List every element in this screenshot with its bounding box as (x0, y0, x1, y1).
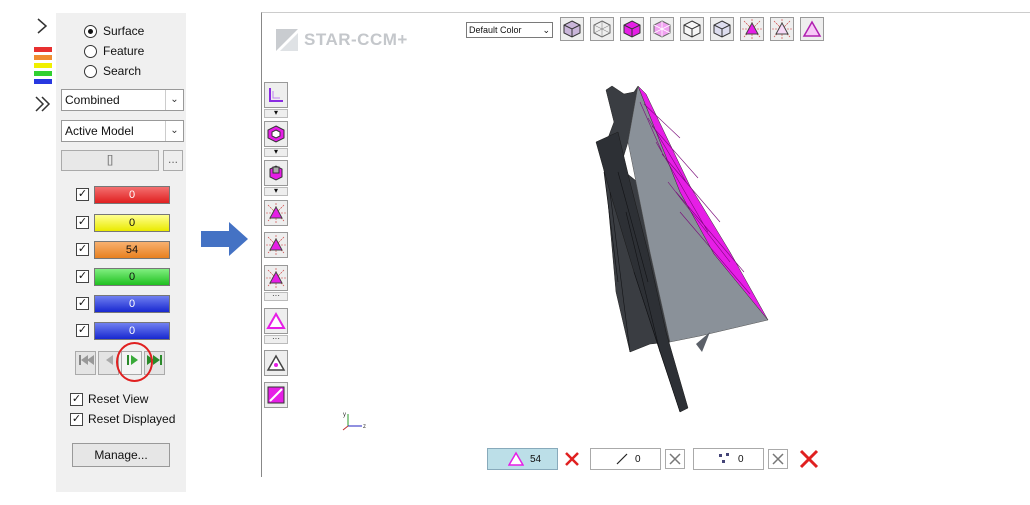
cube-mesh-icon[interactable] (590, 17, 614, 41)
chevron-down-icon: ⌄ (165, 90, 183, 110)
triangle-outline-icon[interactable] (800, 17, 824, 41)
checkbox-blue-2[interactable]: ✓ (76, 324, 89, 337)
counter-green: 0 (94, 268, 170, 286)
chevron-down-icon: ⌄ (542, 25, 550, 35)
mesh-model[interactable] (590, 82, 780, 414)
vertex-count: 0 (738, 453, 744, 465)
triangle-edge-tool-icon[interactable] (264, 350, 288, 376)
edge-count-box[interactable]: 0 (590, 448, 661, 470)
radio-search[interactable]: Search (84, 64, 141, 78)
cube-wire-icon[interactable] (680, 17, 704, 41)
triangle-count: 54 (530, 453, 542, 465)
cube-outline-icon[interactable] (710, 17, 734, 41)
radio-dot (84, 44, 97, 58)
counter-orange: 54 (94, 241, 170, 259)
triangle-outline-tool-icon[interactable] (264, 308, 288, 334)
svg-text:z: z (363, 424, 366, 430)
reset-displayed-checkbox[interactable]: ✓ (70, 413, 83, 426)
counter-blue-1: 0 (94, 295, 170, 313)
expand-chevron-icon[interactable] (34, 16, 50, 36)
axis-triad-icon: yz (340, 410, 372, 432)
checkbox-orange[interactable]: ✓ (76, 243, 89, 256)
manage-button[interactable]: Manage... (72, 443, 170, 467)
counter-blue-2: 0 (94, 322, 170, 340)
active-model-select[interactable]: Active Model ⌄ (61, 120, 184, 142)
checkbox-red[interactable]: ✓ (76, 188, 89, 201)
radio-feature[interactable]: Feature (84, 44, 144, 58)
more-options-icon[interactable]: ··· (264, 292, 288, 301)
shape-select-icon[interactable] (264, 160, 288, 186)
double-chevron-icon[interactable] (33, 94, 53, 114)
axis-view-icon[interactable] (264, 82, 288, 108)
triangle-tool-3-icon[interactable] (264, 265, 288, 291)
radio-dot (84, 64, 97, 78)
clear-all-button[interactable] (797, 447, 821, 471)
clear-vertices-button[interactable] (768, 449, 788, 469)
counter-yellow: 0 (94, 214, 170, 232)
filter-browse-button[interactable]: ... (163, 150, 183, 171)
highlight-circle (116, 342, 153, 382)
clear-triangles-button[interactable] (562, 449, 582, 469)
vertex-count-box[interactable]: 0 (693, 448, 764, 470)
dropdown-arrow-icon[interactable]: ▾ (264, 109, 288, 118)
checkbox-yellow[interactable]: ✓ (76, 216, 89, 229)
color-select[interactable]: Default Color ⌄ (466, 22, 553, 38)
counter-red: 0 (94, 186, 170, 204)
vertex-icon (719, 453, 729, 463)
cube-solid-icon[interactable] (560, 17, 584, 41)
right-arrow-icon (201, 222, 249, 256)
cube-select-icon[interactable] (264, 121, 288, 147)
cube-pink-icon[interactable] (620, 17, 644, 41)
reset-view-checkbox[interactable]: ✓ (70, 393, 83, 406)
combined-select[interactable]: Combined ⌄ (61, 89, 184, 111)
more-options-icon[interactable]: ··· (264, 335, 288, 344)
radio-label: Search (103, 64, 142, 78)
radio-surface[interactable]: Surface (84, 24, 144, 38)
first-button[interactable] (75, 351, 96, 375)
reset-view-label: Reset View (88, 392, 149, 406)
checkbox-green[interactable]: ✓ (76, 270, 89, 283)
dropdown-arrow-icon[interactable]: ▾ (264, 148, 288, 157)
triangle-select-icon[interactable] (740, 17, 764, 41)
triangle-icon (508, 451, 524, 466)
triangle-tool-2-icon[interactable] (264, 232, 288, 258)
radio-dot (84, 24, 97, 38)
split-tool-icon[interactable] (264, 382, 288, 408)
edge-icon (616, 453, 628, 465)
chevron-down-icon: ⌄ (165, 121, 183, 141)
color-stack-icon[interactable] (33, 46, 53, 88)
triangle-count-box[interactable]: 54 (487, 448, 558, 470)
filter-field[interactable]: [] (61, 150, 159, 171)
triangle-star-icon[interactable] (770, 17, 794, 41)
checkbox-blue-1[interactable]: ✓ (76, 297, 89, 310)
clear-edges-button[interactable] (665, 449, 685, 469)
svg-text:y: y (343, 412, 346, 418)
cube-pink-mesh-icon[interactable] (650, 17, 674, 41)
radio-label: Surface (103, 24, 145, 38)
reset-displayed-label: Reset Displayed (88, 412, 176, 426)
star-ccm-logo: STAR-CCM+ (274, 25, 424, 55)
radio-label: Feature (103, 44, 145, 58)
dropdown-arrow-icon[interactable]: ▾ (264, 187, 288, 196)
triangle-tool-1-icon[interactable] (264, 200, 288, 226)
edge-count: 0 (635, 453, 641, 465)
